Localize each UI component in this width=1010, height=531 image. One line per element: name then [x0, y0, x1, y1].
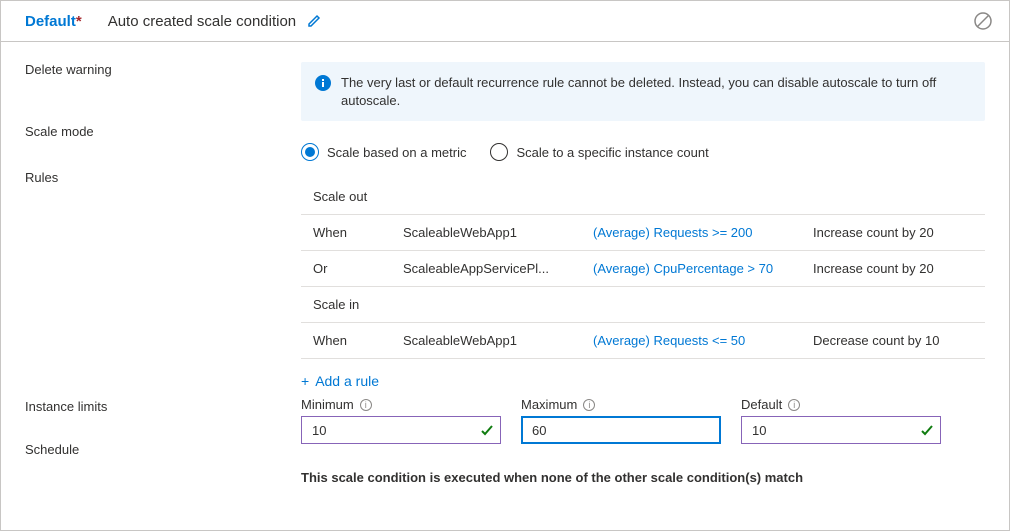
radio-icon: [301, 143, 319, 161]
panel-header: Default* Auto created scale condition: [1, 1, 1009, 42]
add-rule-label: Add a rule: [315, 373, 379, 389]
minimum-input[interactable]: [310, 422, 472, 439]
limit-label-text: Default: [741, 397, 782, 412]
limit-maximum: Maximum i: [521, 397, 721, 444]
scale-condition-panel: Default* Auto created scale condition De…: [0, 0, 1010, 531]
limit-input-wrap[interactable]: [741, 416, 941, 444]
scale-in-header: Scale in: [301, 287, 985, 323]
check-icon: [480, 423, 494, 437]
instance-limits-row: Minimum i Maximum i: [301, 397, 985, 444]
edit-icon[interactable]: [306, 13, 322, 29]
rule-op: Or: [313, 261, 403, 276]
scale-out-header: Scale out: [301, 179, 985, 215]
disable-icon[interactable]: [973, 11, 993, 31]
header-subtitle: Auto created scale condition: [108, 13, 296, 30]
rule-action: Decrease count by 10: [813, 333, 973, 348]
maximum-input[interactable]: [530, 422, 692, 439]
alert-text: The very last or default recurrence rule…: [341, 74, 971, 109]
rule-row[interactable]: Or ScaleableAppServicePl... (Average) Cp…: [301, 251, 985, 287]
schedule-text: This scale condition is executed when no…: [301, 470, 985, 485]
info-icon: [315, 75, 331, 91]
radio-label: Scale to a specific instance count: [516, 145, 708, 160]
limit-input-wrap[interactable]: [521, 416, 721, 444]
rule-op: When: [313, 333, 403, 348]
rule-row[interactable]: When ScaleableWebApp1 (Average) Requests…: [301, 323, 985, 359]
rule-action: Increase count by 20: [813, 225, 973, 240]
label-delete-warning: Delete warning: [25, 62, 301, 124]
plus-icon: +: [301, 373, 309, 389]
help-icon[interactable]: i: [583, 399, 595, 411]
rule-resource: ScaleableWebApp1: [403, 333, 593, 348]
radio-label: Scale based on a metric: [327, 145, 466, 160]
limit-default: Default i: [741, 397, 941, 444]
rule-condition-link[interactable]: (Average) Requests >= 200: [593, 225, 813, 240]
rule-op: When: [313, 225, 403, 240]
rule-action: Increase count by 20: [813, 261, 973, 276]
scale-mode-radio-group: Scale based on a metric Scale to a speci…: [301, 143, 985, 161]
radio-scale-metric[interactable]: Scale based on a metric: [301, 143, 466, 161]
help-icon[interactable]: i: [788, 399, 800, 411]
limit-minimum: Minimum i: [301, 397, 501, 444]
radio-scale-count[interactable]: Scale to a specific instance count: [490, 143, 708, 161]
rule-resource: ScaleableAppServicePl...: [403, 261, 593, 276]
rule-condition-link[interactable]: (Average) CpuPercentage > 70: [593, 261, 813, 276]
rule-resource: ScaleableWebApp1: [403, 225, 593, 240]
add-rule-button[interactable]: + Add a rule: [301, 373, 985, 389]
limit-input-wrap[interactable]: [301, 416, 501, 444]
header-title: Default*: [25, 13, 82, 30]
label-schedule: Schedule: [25, 442, 301, 474]
label-instance-limits: Instance limits: [25, 370, 301, 442]
content-column: The very last or default recurrence rule…: [301, 62, 985, 510]
delete-warning-alert: The very last or default recurrence rule…: [301, 62, 985, 121]
labels-column: Delete warning Scale mode Rules Instance…: [25, 62, 301, 510]
rule-condition-link[interactable]: (Average) Requests <= 50: [593, 333, 813, 348]
limit-label-text: Maximum: [521, 397, 577, 412]
default-input[interactable]: [750, 422, 912, 439]
radio-icon: [490, 143, 508, 161]
limit-label-text: Minimum: [301, 397, 354, 412]
label-rules: Rules: [25, 170, 301, 370]
help-icon[interactable]: i: [360, 399, 372, 411]
rules-table: Scale out When ScaleableWebApp1 (Average…: [301, 179, 985, 359]
label-scale-mode: Scale mode: [25, 124, 301, 170]
panel-body: Delete warning Scale mode Rules Instance…: [1, 42, 1009, 530]
rule-row[interactable]: When ScaleableWebApp1 (Average) Requests…: [301, 215, 985, 251]
check-icon: [920, 423, 934, 437]
